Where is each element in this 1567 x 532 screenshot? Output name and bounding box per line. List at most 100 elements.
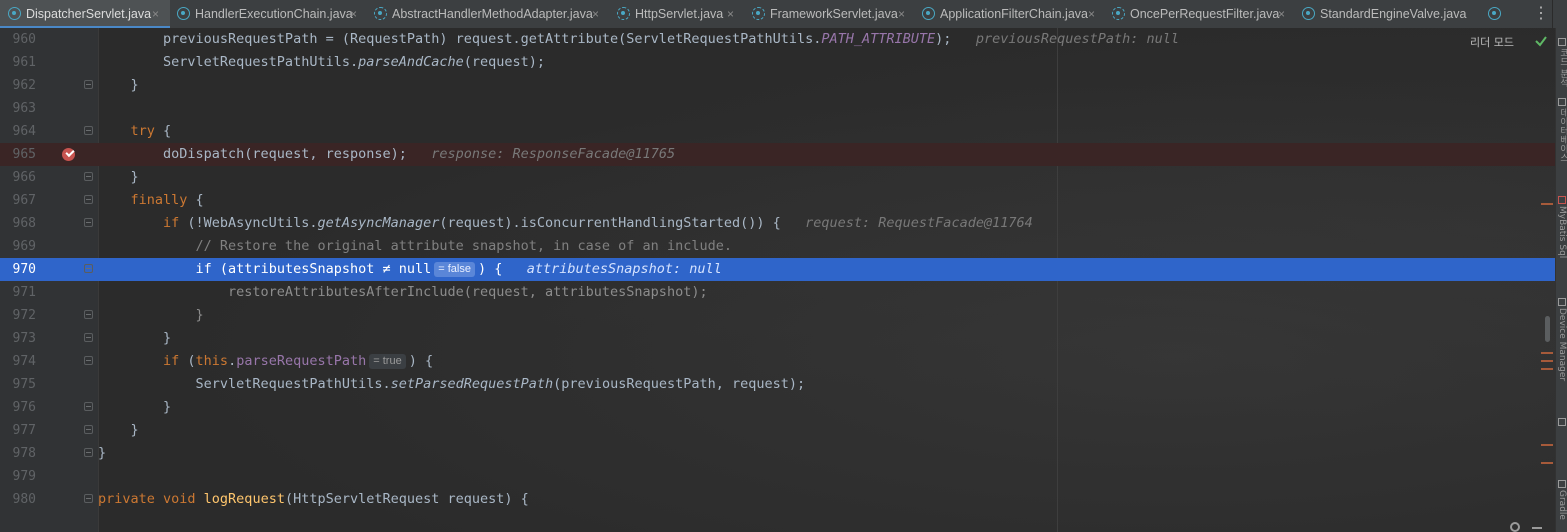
breakpoint-icon[interactable] — [62, 148, 75, 161]
line-number[interactable]: 978 — [0, 442, 36, 465]
line-number[interactable]: 979 — [0, 465, 36, 488]
close-icon[interactable]: × — [727, 0, 734, 28]
fold-marker-icon[interactable] — [84, 195, 93, 204]
tab-frameworkservlet[interactable]: FrameworkServlet.java × — [746, 0, 916, 28]
line-number[interactable]: 974 — [0, 350, 36, 373]
code-editor[interactable]: 960 previousRequestPath = (RequestPath) … — [0, 28, 1567, 532]
line-number[interactable]: 970 — [0, 258, 36, 281]
tab-applicationfilterchain[interactable]: ApplicationFilterChain.java × — [916, 0, 1106, 28]
code-line[interactable]: 973 } — [0, 327, 1555, 350]
inspection-ok-icon[interactable] — [1534, 34, 1548, 48]
scrollbar-marker[interactable] — [1541, 462, 1553, 464]
settings-gear-icon[interactable] — [1510, 522, 1520, 532]
close-icon[interactable]: × — [152, 0, 159, 28]
fold-marker-icon[interactable] — [84, 402, 93, 411]
close-icon[interactable]: × — [592, 0, 599, 28]
code-line[interactable]: 976 } — [0, 396, 1555, 419]
line-number[interactable]: 967 — [0, 189, 36, 212]
close-icon[interactable]: × — [898, 0, 905, 28]
line-number[interactable]: 980 — [0, 488, 36, 511]
line-number[interactable]: 960 — [0, 28, 36, 51]
scrollbar-marker[interactable] — [1541, 444, 1553, 446]
tab-overflow-partial[interactable] — [1480, 0, 1510, 28]
code-line[interactable]: 978} — [0, 442, 1555, 465]
tab-standardenginevalve[interactable]: StandardEngineValve.java — [1296, 0, 1478, 28]
close-icon[interactable]: × — [1278, 0, 1285, 28]
breakpoint-line[interactable]: 965 doDispatch(request, response); respo… — [0, 143, 1555, 166]
scrollbar-marker[interactable] — [1541, 352, 1553, 354]
tab-dispatcherservlet[interactable]: DispatcherServlet.java × — [0, 0, 170, 28]
line-number[interactable]: 976 — [0, 396, 36, 419]
line-number[interactable]: 965 — [0, 143, 36, 166]
fold-marker-icon[interactable] — [84, 264, 93, 273]
code-line[interactable]: 962 } — [0, 74, 1555, 97]
tab-label: OncePerRequestFilter.java — [1130, 7, 1280, 21]
line-number[interactable]: 968 — [0, 212, 36, 235]
fold-marker-icon[interactable] — [84, 494, 93, 503]
scrollbar-marker[interactable] — [1541, 203, 1553, 205]
code-line[interactable]: 961 ServletRequestPathUtils.parseAndCach… — [0, 51, 1555, 74]
line-number[interactable]: 975 — [0, 373, 36, 396]
tab-httpservlet[interactable]: HttpServlet.java × — [610, 0, 746, 28]
code-analysis-icon[interactable] — [1558, 38, 1566, 46]
code-line[interactable]: 972 } — [0, 304, 1555, 327]
scrollbar-marker[interactable] — [1541, 360, 1553, 362]
gradle-icon[interactable] — [1558, 480, 1566, 488]
scrollbar-marker[interactable] — [1541, 368, 1553, 370]
minimize-icon[interactable] — [1532, 527, 1542, 529]
line-number[interactable]: 969 — [0, 235, 36, 258]
code-line[interactable]: 975 ServletRequestPathUtils.setParsedReq… — [0, 373, 1555, 396]
database-icon[interactable] — [1558, 98, 1566, 106]
fold-marker-icon[interactable] — [84, 218, 93, 227]
fold-marker-icon[interactable] — [84, 356, 93, 365]
line-number[interactable]: 972 — [0, 304, 36, 327]
tab-onceperrequestfilter[interactable]: OncePerRequestFilter.java × — [1106, 0, 1296, 28]
close-icon[interactable]: × — [350, 0, 357, 28]
code-line[interactable]: 968 if (!WebAsyncUtils.getAsyncManager(r… — [0, 212, 1555, 235]
fold-marker-icon[interactable] — [84, 448, 93, 457]
code-line[interactable]: 971 restoreAttributesAfterInclude(reques… — [0, 281, 1555, 304]
more-tabs-icon[interactable]: ⋮ — [1533, 0, 1549, 28]
line-number[interactable]: 977 — [0, 419, 36, 442]
code-line[interactable]: 969 // Restore the original attribute sn… — [0, 235, 1555, 258]
fold-marker-icon[interactable] — [84, 310, 93, 319]
code-text: } — [98, 419, 139, 442]
fold-marker-icon[interactable] — [84, 333, 93, 342]
side-tool-device-manager[interactable]: Device Manager — [1557, 308, 1567, 381]
code-line[interactable]: 974 if (this.parseRequestPath = true) { — [0, 350, 1555, 373]
reader-mode-button[interactable]: 리더 모드 — [1470, 34, 1514, 50]
code-line[interactable]: 960 previousRequestPath = (RequestPath) … — [0, 28, 1555, 51]
code-token: try — [98, 123, 155, 139]
fold-marker-icon[interactable] — [84, 126, 93, 135]
code-line[interactable]: 980 private void logRequest(HttpServletRe… — [0, 488, 1555, 511]
current-execution-line[interactable]: 970 if (attributesSnapshot ≠ null = false… — [0, 258, 1555, 281]
fold-marker-icon[interactable] — [84, 425, 93, 434]
code-token: private void — [98, 491, 204, 507]
line-number[interactable]: 962 — [0, 74, 36, 97]
code-line[interactable]: 966 } — [0, 166, 1555, 189]
line-number[interactable]: 961 — [0, 51, 36, 74]
code-line[interactable]: 979 — [0, 465, 1555, 488]
close-icon[interactable]: × — [1088, 0, 1095, 28]
notifications-icon[interactable] — [1558, 418, 1566, 426]
line-number[interactable]: 964 — [0, 120, 36, 143]
line-number[interactable]: 971 — [0, 281, 36, 304]
side-tool-mybatis-sql[interactable]: MyBatis Sql — [1557, 206, 1567, 258]
mybatis-icon[interactable] — [1558, 196, 1566, 204]
tab-handlerexecutionchain[interactable]: HandlerExecutionChain.java × — [170, 0, 368, 28]
tab-abstracthandlermethodadapter[interactable]: AbstractHandlerMethodAdapter.java × — [368, 0, 610, 28]
code-line[interactable]: 977 } — [0, 419, 1555, 442]
line-number[interactable]: 966 — [0, 166, 36, 189]
scrollbar-thumb[interactable] — [1545, 316, 1550, 342]
device-icon[interactable] — [1558, 298, 1566, 306]
code-line[interactable]: 963 — [0, 97, 1555, 120]
line-number[interactable]: 963 — [0, 97, 36, 120]
side-tool-database[interactable]: 데이터베이스 — [1557, 108, 1567, 162]
fold-marker-icon[interactable] — [84, 172, 93, 181]
side-tool-code-analysis[interactable]: 코드 분석 — [1557, 48, 1567, 87]
side-tool-gradle[interactable]: Gradle — [1557, 490, 1567, 520]
fold-marker-icon[interactable] — [84, 80, 93, 89]
code-line[interactable]: 964 try { — [0, 120, 1555, 143]
line-number[interactable]: 973 — [0, 327, 36, 350]
code-line[interactable]: 967 finally { — [0, 189, 1555, 212]
